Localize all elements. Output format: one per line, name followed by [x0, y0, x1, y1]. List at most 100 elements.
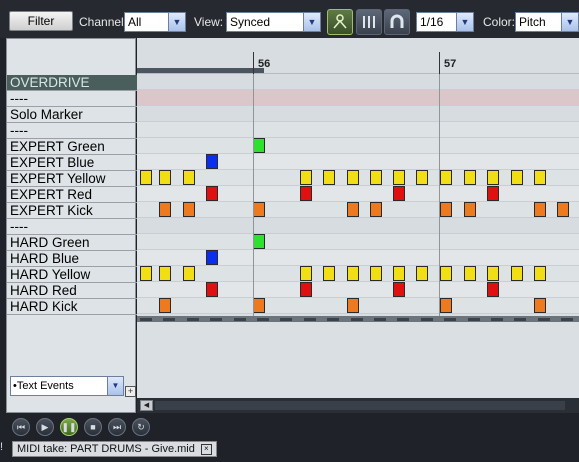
midi-note[interactable]: [300, 170, 312, 185]
loop-icon[interactable]: ↻: [132, 418, 150, 436]
velocity-mark[interactable]: [327, 318, 340, 321]
lane-name-hard-green[interactable]: HARD Green: [7, 235, 137, 251]
grid-size-select[interactable]: 1/16 ▼: [416, 12, 474, 32]
lane-row[interactable]: [137, 186, 579, 202]
midi-note[interactable]: [253, 202, 265, 217]
midi-note[interactable]: [253, 138, 265, 153]
lane-name-expert-yellow[interactable]: EXPERT Yellow: [7, 171, 137, 187]
velocity-mark[interactable]: [257, 318, 269, 321]
midi-note[interactable]: [393, 170, 405, 185]
midi-note[interactable]: [347, 170, 359, 185]
midi-note[interactable]: [487, 186, 499, 201]
lane-row[interactable]: [137, 218, 579, 234]
midi-note[interactable]: [183, 202, 195, 217]
midi-note[interactable]: [206, 186, 218, 201]
midi-note[interactable]: [464, 266, 476, 281]
filter-button[interactable]: Filter: [9, 11, 73, 31]
midi-note[interactable]: [440, 266, 452, 281]
midi-note[interactable]: [511, 266, 523, 281]
velocity-mark[interactable]: [420, 318, 433, 321]
velocity-mark[interactable]: [514, 318, 527, 321]
midi-note[interactable]: [206, 154, 218, 169]
rewind-icon[interactable]: ⏮: [12, 418, 30, 436]
lane-row[interactable]: [137, 154, 579, 170]
grid-lines-icon[interactable]: [356, 9, 382, 35]
midi-note[interactable]: [511, 170, 523, 185]
lane-name-hard-kick[interactable]: HARD Kick: [7, 299, 137, 315]
midi-note[interactable]: [487, 266, 499, 281]
add-lane-icon[interactable]: +: [125, 386, 136, 397]
midi-note[interactable]: [416, 170, 428, 185]
midi-note[interactable]: [300, 266, 312, 281]
midi-note[interactable]: [487, 282, 499, 297]
midi-note[interactable]: [440, 202, 452, 217]
lane-name-separator[interactable]: ----: [7, 91, 137, 107]
midi-note[interactable]: [140, 266, 152, 281]
midi-note[interactable]: [206, 250, 218, 265]
view-select[interactable]: Synced ▼: [226, 12, 321, 32]
lane-row[interactable]: [137, 138, 579, 154]
midi-note[interactable]: [140, 170, 152, 185]
midi-note[interactable]: [464, 170, 476, 185]
horizontal-scrollbar[interactable]: ◀: [137, 398, 579, 413]
velocity-mark[interactable]: [186, 318, 199, 321]
scroll-left-icon[interactable]: ◀: [140, 400, 153, 411]
snap-magnet-icon[interactable]: [384, 9, 410, 35]
lane-row[interactable]: [137, 282, 579, 298]
lane-row[interactable]: [137, 90, 579, 106]
midi-note[interactable]: [393, 282, 405, 297]
event-mode-icon[interactable]: [327, 9, 353, 35]
midi-note[interactable]: [206, 282, 218, 297]
midi-note[interactable]: [323, 170, 335, 185]
midi-note[interactable]: [416, 266, 428, 281]
midi-note[interactable]: [183, 170, 195, 185]
lane-name-expert-blue[interactable]: EXPERT Blue: [7, 155, 137, 171]
midi-take-tab[interactable]: MIDI take: PART DRUMS - Give.mid ×: [12, 441, 217, 457]
lane-row[interactable]: [137, 234, 579, 250]
velocity-mark[interactable]: [140, 318, 152, 321]
lane-name-expert-green[interactable]: EXPERT Green: [7, 139, 137, 155]
velocity-mark[interactable]: [163, 318, 176, 321]
midi-note[interactable]: [534, 298, 546, 313]
timeline-ruler[interactable]: 56 57: [137, 38, 579, 74]
note-grid[interactable]: 56 57: [137, 38, 579, 398]
midi-note[interactable]: [159, 202, 171, 217]
pause-icon[interactable]: ❚❚: [60, 418, 78, 436]
velocity-mark[interactable]: [491, 318, 503, 321]
midi-note[interactable]: [347, 202, 359, 217]
midi-note[interactable]: [370, 266, 382, 281]
midi-note[interactable]: [393, 186, 405, 201]
lane-row[interactable]: [137, 106, 579, 122]
midi-note[interactable]: [464, 202, 476, 217]
cc-lane-area[interactable]: [137, 322, 579, 398]
velocity-mark[interactable]: [233, 318, 246, 321]
lane-name-solo-marker[interactable]: Solo Marker: [7, 107, 137, 123]
midi-note[interactable]: [323, 266, 335, 281]
velocity-mark[interactable]: [444, 318, 457, 321]
stop-icon[interactable]: ■: [84, 418, 102, 436]
midi-note[interactable]: [487, 170, 499, 185]
lane-name-separator[interactable]: ----: [7, 219, 137, 235]
midi-note[interactable]: [253, 298, 265, 313]
midi-note[interactable]: [159, 298, 171, 313]
lane-name-hard-red[interactable]: HARD Red: [7, 283, 137, 299]
midi-note[interactable]: [557, 202, 569, 217]
midi-note[interactable]: [370, 170, 382, 185]
loop-region-bar[interactable]: [137, 68, 264, 73]
midi-note[interactable]: [159, 266, 171, 281]
midi-note[interactable]: [300, 186, 312, 201]
lane-name-hard-yellow[interactable]: HARD Yellow: [7, 267, 137, 283]
lane-name-separator[interactable]: ----: [7, 123, 137, 139]
velocity-mark[interactable]: [397, 318, 410, 321]
midi-note[interactable]: [440, 170, 452, 185]
cc-lane-select[interactable]: •Text Events ▼: [10, 376, 124, 396]
midi-note[interactable]: [370, 202, 382, 217]
lane-name-expert-kick[interactable]: EXPERT Kick: [7, 203, 137, 219]
midi-note[interactable]: [300, 282, 312, 297]
color-mode-select[interactable]: Pitch ▼: [515, 12, 579, 32]
lane-row[interactable]: [137, 250, 579, 266]
midi-note[interactable]: [534, 266, 546, 281]
close-icon[interactable]: ×: [200, 443, 212, 455]
midi-note[interactable]: [347, 266, 359, 281]
velocity-mark[interactable]: [467, 318, 480, 321]
